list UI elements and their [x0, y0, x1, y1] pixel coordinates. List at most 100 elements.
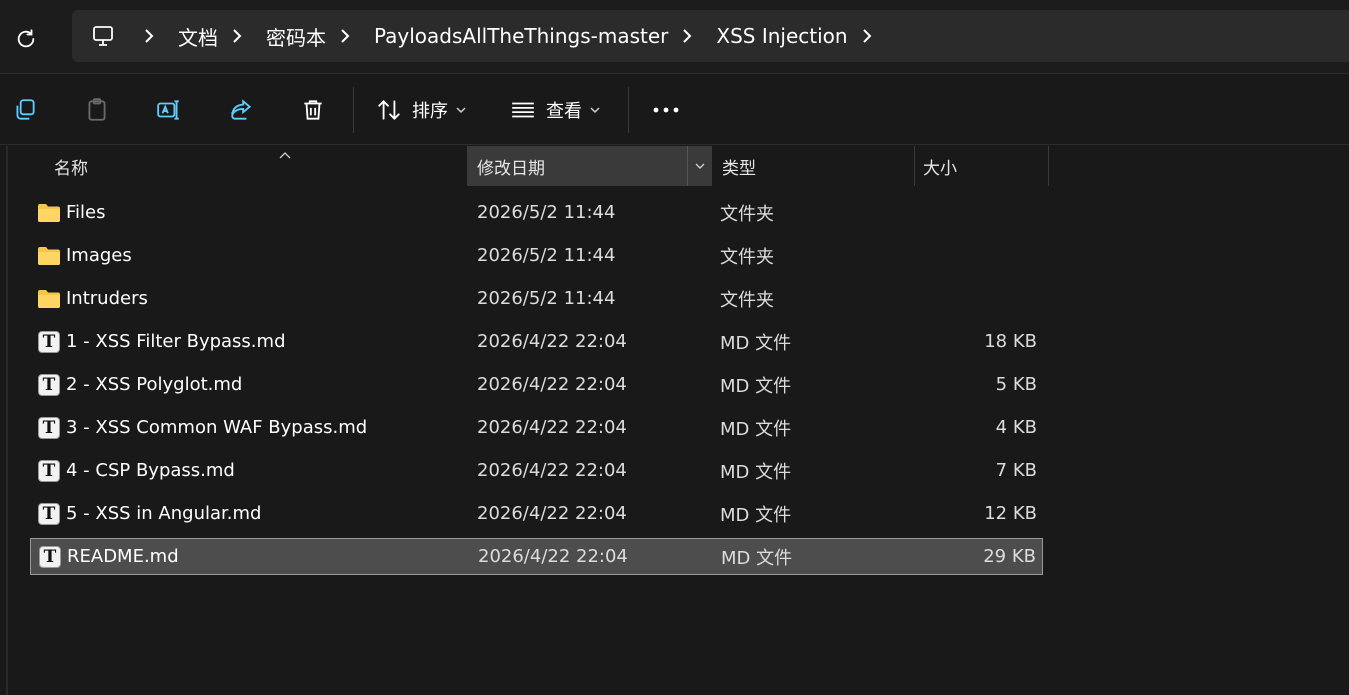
file-name: Images	[66, 245, 132, 266]
address-toolbar: 文档 密码本 PayloadsAllTheThings-master XSS I…	[0, 0, 1349, 74]
file-type: MD 文件	[721, 547, 793, 569]
file-date: 2026/5/2 11:44	[477, 288, 616, 309]
paste-button[interactable]	[80, 93, 114, 127]
more-icon	[653, 107, 679, 113]
share-icon	[231, 99, 252, 120]
view-button[interactable]: 查看	[510, 95, 600, 125]
delete-button[interactable]	[296, 93, 330, 127]
file-type: 文件夹	[720, 246, 774, 268]
sort-icon	[378, 100, 400, 120]
chevron-down-icon	[590, 106, 600, 114]
monitor-icon	[93, 26, 113, 46]
file-size: 5 KB	[995, 374, 1037, 395]
copy-button[interactable]	[8, 93, 42, 127]
file-date: 2026/4/22 22:04	[477, 460, 627, 481]
file-list: 名称 修改日期 类型 大小 Files 2026/5/2 11:44 文件夹 Imag…	[0, 146, 1349, 695]
file-date: 2026/5/2 11:44	[477, 245, 616, 266]
more-options-button[interactable]	[649, 93, 683, 127]
file-type: MD 文件	[720, 418, 792, 440]
file-date: 2026/5/2 11:44	[477, 202, 616, 223]
file-name: 5 - XSS in Angular.md	[66, 503, 262, 524]
view-list-icon	[512, 102, 534, 118]
column-header-name[interactable]: 名称	[30, 146, 467, 186]
column-header-date[interactable]: 修改日期	[467, 146, 711, 186]
text-file-icon: T	[36, 452, 62, 489]
file-size: 4 KB	[995, 417, 1037, 438]
column-header-name-label: 名称	[54, 158, 88, 179]
refresh-button[interactable]	[10, 23, 42, 55]
file-date: 2026/4/22 22:04	[477, 331, 627, 352]
text-file-icon: T	[36, 366, 62, 403]
file-row[interactable]: T1 - XSS Filter Bypass.md 2026/4/22 22:04…	[30, 323, 1043, 360]
chevron-right-icon[interactable]	[678, 26, 696, 46]
file-row[interactable]: T5 - XSS in Angular.md 2026/4/22 22:04 MD …	[30, 495, 1043, 532]
file-name: 3 - XSS Common WAF Bypass.md	[66, 417, 368, 438]
breadcrumb[interactable]: 文档 密码本 PayloadsAllTheThings-master XSS I…	[72, 10, 1349, 62]
text-file-icon: T	[36, 495, 62, 532]
file-name: 2 - XSS Polyglot.md	[66, 374, 243, 395]
column-header-type[interactable]: 类型	[711, 146, 914, 186]
folder-icon	[36, 280, 62, 317]
file-name: README.md	[67, 546, 179, 567]
column-header-type-label: 类型	[722, 158, 756, 179]
text-file-icon: T	[36, 409, 62, 446]
file-type: 文件夹	[720, 289, 774, 311]
file-size: 29 KB	[983, 546, 1036, 567]
file-row[interactable]: T2 - XSS Polyglot.md 2026/4/22 22:04 MD 文件…	[30, 366, 1043, 403]
sort-label: 排序	[412, 101, 448, 122]
breadcrumb-item[interactable]: XSS Injection	[716, 24, 847, 48]
file-type: MD 文件	[720, 504, 792, 526]
chevron-down-icon	[695, 163, 704, 169]
toolbar-divider	[628, 87, 629, 133]
column-header-size-label: 大小	[923, 158, 957, 179]
trash-icon	[304, 100, 322, 120]
toolbar-divider	[353, 87, 354, 133]
file-row[interactable]: Files 2026/5/2 11:44 文件夹	[30, 194, 1043, 231]
chevron-right-icon[interactable]	[228, 26, 246, 46]
file-type: MD 文件	[720, 461, 792, 483]
file-date: 2026/4/22 22:04	[478, 546, 628, 567]
breadcrumb-item[interactable]: PayloadsAllTheThings-master	[374, 24, 668, 48]
column-header-size[interactable]: 大小	[914, 146, 1049, 186]
chevron-right-icon[interactable]	[140, 26, 158, 46]
breadcrumb-item[interactable]: 文档	[178, 22, 218, 51]
file-size: 12 KB	[984, 503, 1037, 524]
breadcrumb-item[interactable]: 密码本	[266, 22, 326, 51]
file-type: 文件夹	[720, 203, 774, 225]
file-row[interactable]: T README.md 2026/4/22 22:04 MD 文件 29 KB	[30, 538, 1043, 575]
sort-button[interactable]: 排序	[376, 95, 466, 125]
file-row[interactable]: T3 - XSS Common WAF Bypass.md 2026/4/22 2…	[30, 409, 1043, 446]
column-filter-dropdown[interactable]	[687, 146, 711, 186]
file-name: 4 - CSP Bypass.md	[66, 460, 235, 481]
copy-icon	[16, 99, 35, 120]
file-size: 7 KB	[995, 460, 1037, 481]
file-date: 2026/4/22 22:04	[477, 374, 627, 395]
file-date: 2026/4/22 22:04	[477, 503, 627, 524]
chevron-right-icon[interactable]	[858, 26, 876, 46]
file-row[interactable]: Intruders 2026/5/2 11:44 文件夹	[30, 280, 1043, 317]
rename-icon	[157, 100, 179, 120]
file-row[interactable]: Images 2026/5/2 11:44 文件夹	[30, 237, 1043, 274]
file-name: Intruders	[66, 288, 148, 309]
view-label: 查看	[546, 101, 582, 122]
file-date: 2026/4/22 22:04	[477, 417, 627, 438]
command-bar: 排序 查看	[0, 75, 1349, 145]
column-header-date-label: 修改日期	[477, 158, 545, 179]
chevron-right-icon[interactable]	[336, 26, 354, 46]
pane-edge	[6, 146, 8, 695]
rename-button[interactable]	[152, 93, 186, 127]
refresh-icon	[17, 29, 35, 48]
file-size: 18 KB	[984, 331, 1037, 352]
text-file-icon: T	[36, 323, 62, 360]
file-name: Files	[66, 202, 106, 223]
folder-icon	[36, 237, 62, 274]
this-pc-button[interactable]	[88, 21, 118, 51]
text-file-icon: T	[37, 539, 63, 574]
sort-ascending-icon	[279, 144, 291, 164]
folder-icon	[36, 194, 62, 231]
file-type: MD 文件	[720, 375, 792, 397]
file-row[interactable]: T4 - CSP Bypass.md 2026/4/22 22:04 MD 文件 7 …	[30, 452, 1043, 489]
share-button[interactable]	[224, 93, 258, 127]
file-type: MD 文件	[720, 332, 792, 354]
file-name: 1 - XSS Filter Bypass.md	[66, 331, 286, 352]
